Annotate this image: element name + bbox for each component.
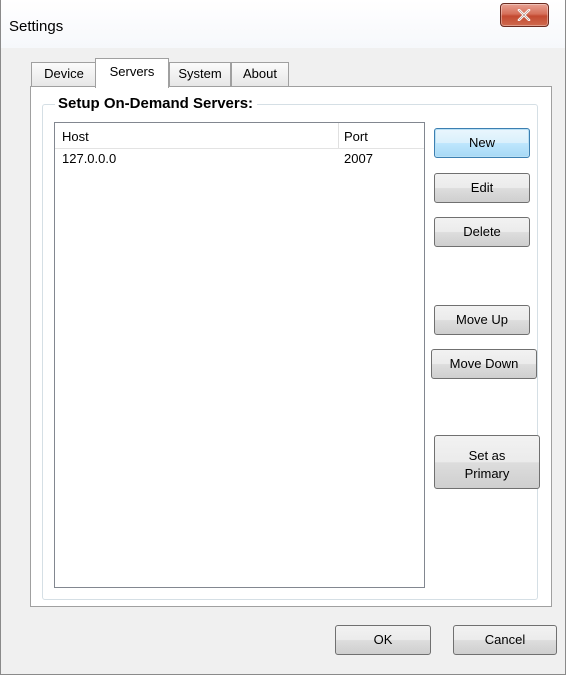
column-header-host[interactable]: Host: [62, 129, 89, 144]
column-divider[interactable]: [338, 123, 339, 148]
settings-dialog: Settings Device Servers System About Set…: [0, 0, 566, 675]
column-header-port[interactable]: Port: [344, 129, 368, 144]
tab-device[interactable]: Device: [31, 62, 97, 86]
tab-servers[interactable]: Servers: [95, 58, 169, 88]
new-button[interactable]: New: [434, 128, 530, 158]
ok-button[interactable]: OK: [335, 625, 431, 655]
tab-device-label: Device: [44, 66, 84, 81]
close-button[interactable]: [500, 3, 549, 27]
edit-button-label: Edit: [470, 180, 494, 195]
window-title: Settings: [9, 18, 64, 35]
servers-list[interactable]: Host Port 127.0.0.0 2007: [54, 122, 425, 588]
ok-button-label: OK: [373, 632, 393, 647]
move-up-button[interactable]: Move Up: [434, 305, 530, 335]
row-port-cell: 2007: [344, 151, 373, 166]
edit-button[interactable]: Edit: [434, 173, 530, 203]
close-icon: [517, 9, 531, 21]
set-as-primary-button[interactable]: Set as Primary: [434, 435, 540, 489]
cancel-button[interactable]: Cancel: [453, 625, 557, 655]
cancel-button-label: Cancel: [484, 632, 526, 647]
new-button-label: New: [468, 135, 495, 150]
move-down-button[interactable]: Move Down: [431, 349, 537, 379]
move-down-button-label: Move Down: [449, 356, 519, 371]
tab-about-label: About: [243, 66, 277, 81]
on-demand-servers-group: Setup On-Demand Servers: Host Port 127.0…: [42, 95, 540, 600]
tab-servers-label: Servers: [109, 64, 155, 79]
set-primary-label-line1: Set as: [468, 448, 506, 463]
tab-system[interactable]: System: [169, 62, 231, 86]
set-primary-label-line2: Primary: [464, 466, 510, 481]
title-bar[interactable]: Settings: [1, 0, 565, 48]
tab-about[interactable]: About: [231, 62, 289, 86]
move-up-button-label: Move Up: [455, 312, 509, 327]
list-header: Host Port: [55, 123, 424, 149]
servers-tab-panel: Setup On-Demand Servers: Host Port 127.0…: [30, 86, 552, 607]
row-host-cell: 127.0.0.0: [62, 151, 117, 166]
delete-button[interactable]: Delete: [434, 217, 530, 247]
group-title: Setup On-Demand Servers:: [55, 95, 258, 112]
delete-button-label: Delete: [463, 224, 501, 239]
tab-system-label: System: [178, 66, 222, 81]
table-row[interactable]: 127.0.0.0 2007: [55, 151, 424, 171]
